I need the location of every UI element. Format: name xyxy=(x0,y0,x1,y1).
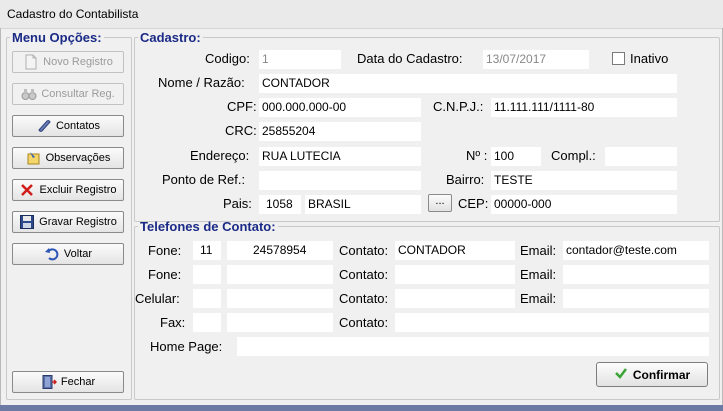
novo-registro-label: Novo Registro xyxy=(43,56,113,68)
confirmar-button[interactable]: Confirmar xyxy=(596,362,708,387)
data-cadastro-field[interactable]: 13/07/2017 xyxy=(483,50,589,69)
contato-label-3: Contato: xyxy=(339,291,389,306)
crc-field[interactable]: 25855204 xyxy=(259,122,421,141)
title-bar: Cadastro do Contabilista xyxy=(0,0,723,29)
bottom-strip xyxy=(0,405,723,411)
numero-label: Nº : xyxy=(466,148,488,163)
ponto-ref-field[interactable] xyxy=(259,171,421,190)
binoculars-icon xyxy=(21,86,37,102)
fone-numero-field-2[interactable] xyxy=(227,265,333,284)
exit-door-icon xyxy=(41,374,57,390)
endereco-label: Endereço: xyxy=(190,148,250,163)
novo-registro-button[interactable]: Novo Registro xyxy=(12,51,124,73)
contatos-button[interactable]: Contatos xyxy=(12,115,124,137)
telefones-legend: Telefones de Contato: xyxy=(140,219,276,234)
document-icon xyxy=(23,54,39,70)
cep-field[interactable]: 00000-000 xyxy=(491,195,677,214)
green-check-icon xyxy=(614,366,628,383)
voltar-label: Voltar xyxy=(63,248,93,260)
contato-label-4: Contato: xyxy=(339,315,389,330)
excluir-registro-button[interactable]: Excluir Registro xyxy=(12,179,124,201)
notes-icon xyxy=(26,150,42,166)
numero-field[interactable]: 100 xyxy=(491,147,541,166)
email-label-2: Email: xyxy=(520,267,557,282)
inativo-label: Inativo xyxy=(630,51,669,66)
menu-options-legend: Menu Opções: xyxy=(12,30,102,45)
bairro-label: Bairro: xyxy=(446,172,485,187)
celular-label: Celular: xyxy=(135,291,180,306)
confirmar-label: Confirmar xyxy=(632,367,691,382)
contato-field-1[interactable]: CONTADOR xyxy=(395,241,515,260)
nome-razao-field[interactable]: CONTADOR xyxy=(259,74,677,93)
fone-ddd-field-1[interactable]: 11 xyxy=(193,241,221,260)
observacoes-label: Observações xyxy=(45,152,111,164)
pais-label: Pais: xyxy=(223,196,252,211)
celular-ddd-field[interactable] xyxy=(193,289,221,308)
contato-field-3[interactable] xyxy=(395,289,515,308)
inativo-checkbox[interactable] xyxy=(612,52,625,65)
fone-ddd-field-2[interactable] xyxy=(193,265,221,284)
cadastro-legend: Cadastro: xyxy=(140,30,201,45)
crc-label: CRC: xyxy=(225,123,257,138)
fechar-button[interactable]: Fechar xyxy=(12,371,124,393)
codigo-field[interactable]: 1 xyxy=(259,50,341,69)
phone-icon xyxy=(36,118,52,134)
red-x-icon xyxy=(19,182,35,198)
fax-numero-field[interactable] xyxy=(227,313,333,332)
nome-razao-label: Nome / Razão: xyxy=(158,75,245,90)
cnpj-field[interactable]: 11.111.111/1111-80 xyxy=(491,98,677,117)
contato-label-1: Contato: xyxy=(339,243,389,258)
consultar-registro-label: Consultar Reg. xyxy=(41,88,115,100)
email-field-3[interactable] xyxy=(563,289,709,308)
cnpj-label: C.N.P.J.: xyxy=(433,99,484,114)
cpf-field[interactable]: 000.000.000-00 xyxy=(259,98,421,117)
email-label-3: Email: xyxy=(520,291,557,306)
contatos-label: Contatos xyxy=(55,120,101,132)
compl-label: Compl.: xyxy=(551,148,596,163)
ponto-ref-label: Ponto de Ref.: xyxy=(162,172,246,187)
observacoes-button[interactable]: Observações xyxy=(12,147,124,169)
fax-ddd-field[interactable] xyxy=(193,313,221,332)
homepage-label: Home Page: xyxy=(150,339,223,354)
fechar-label: Fechar xyxy=(60,376,96,388)
cpf-label: CPF: xyxy=(227,99,257,114)
homepage-field[interactable] xyxy=(237,337,709,356)
contato-label-2: Contato: xyxy=(339,267,389,282)
fone-label-2: Fone: xyxy=(148,267,182,282)
consultar-registro-button[interactable]: Consultar Reg. xyxy=(12,83,124,105)
codigo-label: Codigo: xyxy=(205,51,250,66)
window-title: Cadastro do Contabilista xyxy=(7,7,139,21)
compl-field[interactable] xyxy=(605,147,677,166)
email-field-1[interactable]: contador@teste.com xyxy=(563,241,709,260)
celular-numero-field[interactable] xyxy=(227,289,333,308)
voltar-button[interactable]: Voltar xyxy=(12,243,124,265)
pais-nome-field[interactable]: BRASIL xyxy=(305,195,421,214)
contato-field-2[interactable] xyxy=(395,265,515,284)
endereco-field[interactable]: RUA LUTECIA xyxy=(259,147,421,166)
undo-arrow-icon xyxy=(44,246,60,262)
bairro-field[interactable]: TESTE xyxy=(491,171,677,190)
gravar-registro-button[interactable]: Gravar Registro xyxy=(12,211,124,233)
gravar-registro-label: Gravar Registro xyxy=(39,216,117,228)
fone-numero-field-1[interactable]: 24578954 xyxy=(227,241,333,260)
cep-label: CEP: xyxy=(458,196,489,211)
pais-codigo-field[interactable]: 1058 xyxy=(259,195,301,214)
fax-label: Fax: xyxy=(160,315,186,330)
contato-field-4[interactable] xyxy=(395,313,709,332)
email-field-2[interactable] xyxy=(563,265,709,284)
email-label-1: Email: xyxy=(520,243,557,258)
data-cadastro-label: Data do Cadastro: xyxy=(357,51,463,66)
pais-lookup-button[interactable]: ... xyxy=(428,194,452,212)
floppy-disk-icon xyxy=(19,214,35,230)
excluir-registro-label: Excluir Registro xyxy=(39,184,117,196)
fone-label-1: Fone: xyxy=(148,243,182,258)
